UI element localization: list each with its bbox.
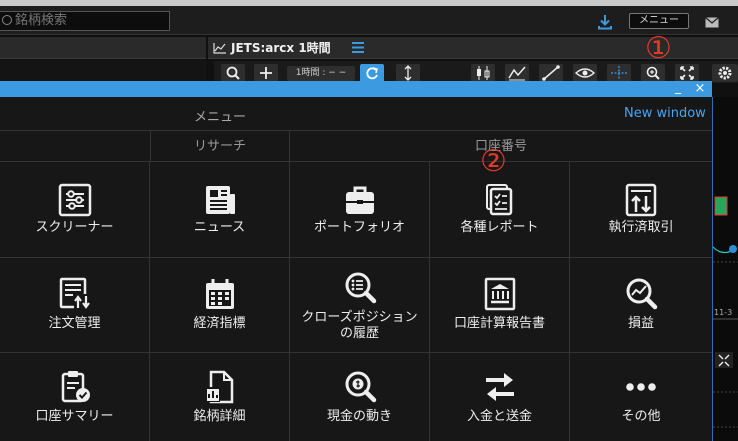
annotation-marker-2: ② — [480, 144, 507, 179]
menu-item-closed-positions[interactable]: クローズポジション の履歴 — [290, 258, 430, 353]
new-window-link[interactable]: New window — [624, 106, 706, 121]
left-panel-header — [0, 37, 206, 59]
compare-button[interactable] — [396, 64, 420, 82]
svg-text:11-3: 11-3 — [714, 308, 732, 317]
menu-item-account-statement[interactable]: 口座計算報告書 — [430, 258, 570, 353]
zoom-search-button[interactable] — [221, 64, 245, 82]
menu-item-economic-indicators[interactable]: 経済指標 — [150, 258, 290, 353]
plus-icon — [260, 67, 272, 79]
trendline-icon — [542, 65, 560, 81]
section-row: リサーチ 口座番号 — [0, 131, 712, 162]
newspaper-icon — [205, 186, 235, 214]
menu-item-symbol-details[interactable]: 銘柄詳細 — [150, 353, 290, 441]
menu-item-screener[interactable]: スクリーナー — [0, 162, 150, 258]
screener-sliders-icon — [58, 183, 91, 217]
menu-header: メニュー New window — [0, 97, 712, 131]
zoom-in-button[interactable] — [641, 64, 665, 82]
top-bar: 銘柄検索 メニュー — [0, 6, 738, 35]
crosshair-icon — [611, 66, 627, 80]
crosshair-button[interactable] — [607, 64, 631, 82]
menu-item-label: ニュース — [193, 220, 246, 235]
menu-item-label: 執行済取引 — [608, 220, 674, 235]
interval-select[interactable]: 1時間 : − − — [287, 66, 355, 81]
menu-item-deposit-transfer[interactable]: 入金と送金 — [430, 353, 570, 441]
menu-item-label: 口座計算報告書 — [453, 316, 545, 331]
menu-item-label: 現金の動き — [326, 409, 392, 424]
search-placeholder: 銘柄検索 — [15, 13, 68, 28]
section-research: リサーチ — [150, 131, 290, 162]
refresh-button[interactable] — [360, 64, 384, 82]
menu-item-label: 銘柄詳細 — [193, 409, 246, 424]
menu-title: メニュー — [193, 110, 246, 125]
settings-button[interactable] — [712, 64, 738, 82]
menu-item-label: クローズポジション の履歴 — [301, 310, 418, 341]
updown-icon — [404, 65, 412, 81]
menu-item-executed-trades[interactable]: 執行済取引 — [570, 162, 712, 258]
menu-item-cash-movement[interactable]: 現金の動き — [290, 353, 430, 441]
symbol-search-input[interactable]: 銘柄検索 — [0, 11, 170, 31]
annotation-marker-1: ① — [645, 31, 672, 66]
menu-item-order-management[interactable]: 注文管理 — [0, 258, 150, 353]
bank-statement-icon — [484, 277, 515, 311]
candle-style-button[interactable] — [471, 64, 495, 82]
chart-title: JETS:arcx 1時間 — [231, 41, 331, 55]
clipboard-check-icon — [61, 371, 90, 403]
download-icon[interactable] — [597, 14, 613, 30]
menu-item-label: 損益 — [627, 316, 654, 331]
order-management-icon — [59, 277, 90, 309]
menu-item-label: 各種レポート — [460, 220, 539, 235]
eye-icon — [574, 68, 596, 78]
calendar-icon — [205, 279, 234, 309]
briefcase-icon — [345, 186, 374, 214]
minimize-button[interactable]: _ — [671, 81, 685, 96]
add-button[interactable] — [254, 64, 278, 82]
more-dots-icon — [626, 383, 656, 391]
menu-item-label: その他 — [621, 409, 661, 424]
transfer-arrows-icon — [485, 373, 514, 401]
zoom-in-icon — [646, 66, 660, 80]
mail-icon[interactable] — [705, 17, 719, 28]
menu-item-other[interactable]: その他 — [570, 353, 712, 441]
menu-item-label: スクリーナー — [35, 220, 114, 235]
menu-item-profit-loss[interactable]: 損益 — [570, 258, 712, 353]
menu-item-label: 口座サマリー — [35, 409, 114, 424]
document-chart-icon — [205, 370, 233, 404]
chart-area[interactable]: 11-3 — [712, 97, 738, 441]
left-panel-body — [0, 60, 206, 82]
menu-item-news[interactable]: ニュース — [150, 162, 290, 258]
menu-item-label: ポートフォリオ — [313, 220, 405, 235]
menu-window: _ × メニュー New window リサーチ 口座番号 スクリーナー ニュー… — [0, 81, 712, 441]
gear-icon — [718, 66, 732, 80]
search-icon — [226, 66, 240, 80]
reports-icon — [485, 184, 512, 216]
magnifier-chart-icon — [626, 278, 658, 310]
menu-item-label: 経済指標 — [193, 316, 246, 331]
menu-item-label: 入金と送金 — [466, 409, 532, 424]
drawing-button[interactable] — [539, 64, 563, 82]
magnifier-cash-icon — [345, 371, 376, 403]
indicator-icon — [508, 66, 526, 81]
menu-item-account-summary[interactable]: 口座サマリー — [0, 353, 150, 441]
candlestick-icon — [477, 66, 490, 80]
list-menu-icon[interactable] — [352, 42, 364, 53]
menu-item-portfolio[interactable]: ポートフォリオ — [290, 162, 430, 258]
line-chart-icon — [213, 43, 226, 54]
menu-button[interactable]: メニュー — [629, 13, 689, 29]
view-button[interactable] — [573, 64, 597, 82]
chart-canvas: 11-3 — [713, 196, 738, 428]
refresh-icon — [366, 67, 378, 80]
menu-item-label: 注文管理 — [48, 316, 101, 331]
menu-grid: スクリーナー ニュース ポートフォリオ 各種レポート 執行済取引 注文管理 経済… — [0, 162, 712, 441]
indicator-button[interactable] — [505, 64, 529, 82]
menu-titlebar[interactable]: _ × — [0, 81, 712, 97]
close-button[interactable]: × — [693, 82, 707, 96]
magnifier-list-icon — [345, 272, 376, 304]
executed-trades-icon — [625, 183, 657, 217]
search-icon — [2, 15, 12, 25]
